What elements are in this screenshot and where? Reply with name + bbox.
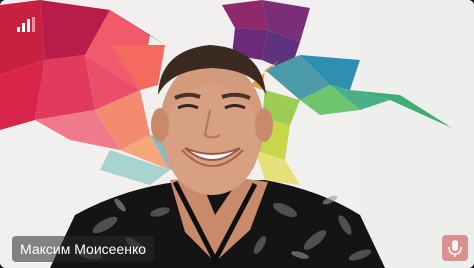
mic-muted-icon	[448, 240, 462, 257]
signal-strength-icon	[17, 17, 35, 32]
participant-video	[0, 0, 474, 268]
participant-name-tag: Максим Моисеенко	[12, 236, 155, 262]
mic-status-button[interactable]	[442, 235, 468, 261]
participant-name: Максим Моисеенко	[20, 241, 147, 257]
video-tile[interactable]: Максим Моисеенко	[0, 0, 474, 268]
